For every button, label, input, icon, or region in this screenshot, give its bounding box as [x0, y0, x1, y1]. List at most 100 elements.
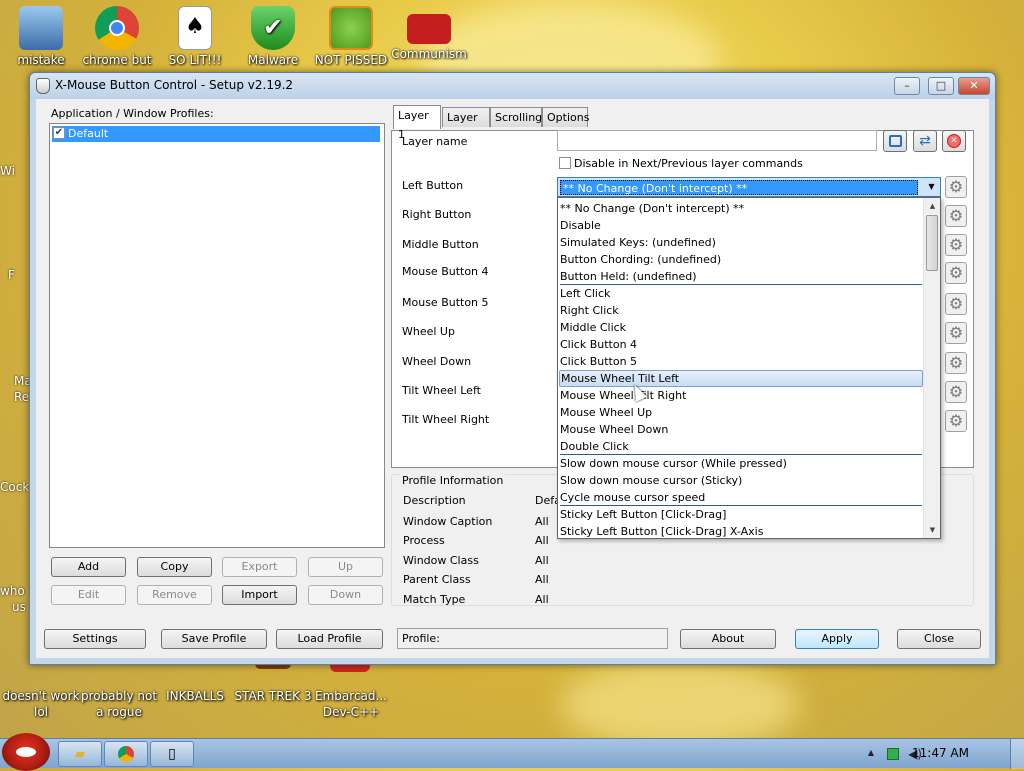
desktop-icon-label: INKBALLS: [166, 689, 224, 703]
gear-icon[interactable]: ⚙: [945, 176, 967, 198]
button-label-left: Left Button: [402, 179, 464, 192]
import-button[interactable]: Import: [222, 585, 297, 605]
dropdown-option[interactable]: Click Button 5: [559, 353, 923, 370]
desktop-icon-label: Malware: [247, 53, 299, 67]
dropdown-option[interactable]: Right Click: [559, 302, 923, 319]
title-bar[interactable]: X-Mouse Button Control - Setup v2.19.2 –…: [30, 73, 995, 99]
dropdown-option[interactable]: Click Button 4: [559, 336, 923, 353]
layer-name-label: Layer name: [402, 135, 468, 148]
clear-icon-button[interactable]: ✕: [942, 130, 966, 152]
disable-layer-checkbox[interactable]: [559, 157, 571, 169]
tab-options[interactable]: Options: [542, 107, 589, 127]
maximize-button[interactable]: □: [928, 77, 954, 95]
profile-item-default[interactable]: ✔ Default: [52, 126, 380, 142]
gear-icon[interactable]: ⚙: [945, 381, 967, 403]
dropdown-scrollbar[interactable]: ▲ ▼: [923, 198, 940, 538]
dropdown-option[interactable]: Double Click: [559, 438, 923, 455]
tab-scrolling[interactable]: Scrolling: [490, 107, 542, 127]
desktop-icon-not-pissed[interactable]: NOT PISSED: [310, 0, 392, 68]
dropdown-option[interactable]: Button Chording: (undefined): [559, 251, 923, 268]
chevron-down-icon[interactable]: ▼: [923, 178, 940, 196]
dropdown-option[interactable]: Button Held: (undefined): [559, 268, 923, 285]
clock[interactable]: 11:47 AM: [912, 746, 969, 760]
taskbar-chrome-button[interactable]: [104, 741, 148, 767]
taskbar-explorer-button[interactable]: ▰: [58, 741, 102, 767]
left-button-action-select[interactable]: ** No Change (Don't intercept) ** ▼: [557, 177, 941, 197]
gear-icon[interactable]: ⚙: [945, 262, 967, 284]
angry-bird-icon: [16, 747, 36, 757]
load-profile-button[interactable]: Load Profile: [276, 629, 383, 649]
desktop-icon-label: Embarcad... Dev-C++: [315, 689, 387, 719]
show-hidden-icons-icon[interactable]: ▲: [868, 748, 874, 757]
scroll-down-icon[interactable]: ▼: [924, 522, 940, 538]
about-button[interactable]: About: [680, 629, 776, 649]
taskbar-xmouse-button[interactable]: ▯: [150, 741, 194, 767]
dropdown-option[interactable]: Cycle mouse cursor speed: [559, 489, 923, 506]
edit-button[interactable]: Edit: [51, 585, 126, 605]
save-profile-button[interactable]: Save Profile: [161, 629, 267, 649]
export-button[interactable]: Export: [222, 557, 297, 577]
show-desktop-button[interactable]: [1010, 739, 1024, 769]
scroll-thumb[interactable]: [926, 215, 938, 271]
taskbar: ▰ ▯ ▲ ◀) 11:47 AM: [0, 733, 1024, 771]
profile-checkbox[interactable]: ✔: [53, 127, 65, 139]
desktop-icon-solitaire[interactable]: ♠ SO LIT!!!: [154, 0, 236, 68]
copy-button[interactable]: Copy: [137, 557, 212, 577]
swap-arrows-icon: ⇄: [919, 133, 931, 149]
info-value: All: [535, 554, 549, 567]
scroll-up-icon[interactable]: ▲: [924, 198, 940, 214]
dropdown-option[interactable]: Mouse Wheel Tilt Left: [559, 370, 923, 387]
desktop-icon-mistake[interactable]: mistake: [0, 0, 82, 68]
dropdown-option[interactable]: Left Click: [559, 285, 923, 302]
dropdown-option[interactable]: Mouse Wheel Tilt Right: [559, 387, 923, 404]
close-button[interactable]: Close: [897, 629, 981, 649]
profile-list[interactable]: ✔ Default: [49, 123, 385, 548]
spade-card-icon: ♠: [178, 6, 212, 50]
desktop-icon-malware[interactable]: ✔ Malware: [232, 0, 314, 68]
remove-button[interactable]: Remove: [137, 585, 212, 605]
gear-icon[interactable]: ⚙: [945, 352, 967, 374]
gear-icon[interactable]: ⚙: [945, 293, 967, 315]
dropdown-option[interactable]: Disable: [559, 217, 923, 234]
tab-layer-1[interactable]: Layer 1: [393, 105, 441, 141]
dropdown-option[interactable]: Sticky Left Button [Click-Drag]: [559, 506, 923, 523]
desktop-icon-label: doesn't work lol: [2, 689, 80, 719]
gear-icon[interactable]: ⚙: [945, 410, 967, 432]
dropdown-option[interactable]: Mouse Wheel Up: [559, 404, 923, 421]
network-icon[interactable]: [887, 748, 899, 760]
gear-icon[interactable]: ⚙: [945, 234, 967, 256]
desktop-icon-chrome[interactable]: chrome but: [76, 0, 158, 68]
dropdown-option[interactable]: Sticky Left Button [Click-Drag] X-Axis: [559, 523, 923, 538]
gear-icon[interactable]: ⚙: [945, 205, 967, 227]
up-button[interactable]: Up: [308, 557, 383, 577]
copy-layer-icon-button[interactable]: [883, 130, 907, 152]
dropdown-option[interactable]: Mouse Wheel Down: [559, 421, 923, 438]
apply-button[interactable]: Apply: [795, 629, 879, 649]
dropdown-option[interactable]: Simulated Keys: (undefined): [559, 234, 923, 251]
action-dropdown-list[interactable]: ** No Change (Don't intercept) ** Disable…: [557, 197, 941, 539]
chrome-icon: [95, 6, 139, 50]
dropdown-option[interactable]: Slow down mouse cursor (Sticky): [559, 472, 923, 489]
tab-layer-2[interactable]: Layer 2: [442, 107, 490, 143]
profile-status-label: Profile:: [402, 632, 440, 645]
add-button[interactable]: Add: [51, 557, 126, 577]
swap-icon-button[interactable]: ⇄: [913, 130, 937, 152]
desktop-icon-label: probably not a rogue: [80, 689, 158, 719]
desktop-icon-communism[interactable]: Communism: [388, 0, 470, 62]
layer-name-input[interactable]: [557, 130, 877, 151]
settings-button[interactable]: Settings: [44, 629, 146, 649]
desktop-icon-label: Communism: [391, 47, 467, 61]
disable-layer-label: Disable in Next/Previous layer commands: [574, 157, 803, 170]
dropdown-option[interactable]: ** No Change (Don't intercept) **: [559, 200, 923, 217]
start-button[interactable]: [2, 733, 50, 771]
dropdown-option[interactable]: Middle Click: [559, 319, 923, 336]
desktop-icon-label: NOT PISSED: [314, 53, 388, 67]
dropdown-option[interactable]: Slow down mouse cursor (While pressed): [559, 455, 923, 472]
mouse-app-icon: [36, 78, 50, 94]
gear-icon[interactable]: ⚙: [945, 322, 967, 344]
minimize-button[interactable]: –: [894, 77, 920, 95]
down-button[interactable]: Down: [308, 585, 383, 605]
close-window-button[interactable]: ✕: [958, 77, 990, 95]
window-client: Application / Window Profiles: ✔ Default…: [36, 99, 989, 658]
desktop-partial-label: Cock: [0, 480, 30, 494]
